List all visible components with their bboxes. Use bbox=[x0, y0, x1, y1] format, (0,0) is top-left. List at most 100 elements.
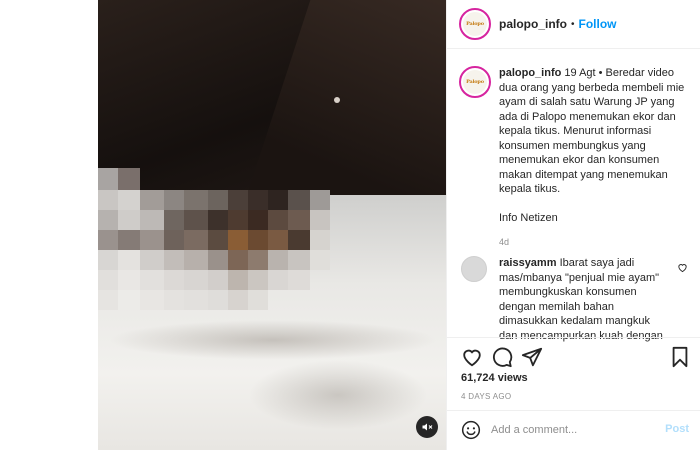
post-comment-button[interactable]: Post bbox=[665, 423, 689, 435]
caption-age[interactable]: 4d bbox=[499, 235, 689, 250]
add-comment-input[interactable] bbox=[491, 424, 651, 436]
pixel-block bbox=[184, 210, 208, 230]
heart-icon[interactable] bbox=[461, 346, 483, 368]
comment-like-icon[interactable] bbox=[677, 262, 688, 273]
video-light-spot bbox=[334, 97, 340, 103]
pixel-block bbox=[118, 290, 140, 310]
avatar-logo: Palopo bbox=[463, 12, 487, 36]
avatar-logo-text: Palopo bbox=[466, 79, 484, 85]
left-margin bbox=[0, 0, 98, 450]
post-header: Palopo palopo_info • Follow bbox=[447, 0, 700, 49]
pixel-block bbox=[268, 190, 288, 210]
pixel-block bbox=[208, 210, 228, 230]
caption-username[interactable]: palopo_info bbox=[499, 67, 561, 79]
pixel-block bbox=[140, 250, 164, 270]
comment-item: raissyamm Ibarat saya jadi mas/mbanya "p… bbox=[461, 256, 689, 343]
pixel-block bbox=[208, 230, 228, 250]
divider bbox=[447, 337, 700, 338]
comment-icon[interactable] bbox=[491, 346, 513, 368]
follow-button[interactable]: Follow bbox=[579, 17, 617, 31]
pixel-block bbox=[248, 290, 268, 310]
video-stain bbox=[108, 320, 438, 360]
pixel-block bbox=[164, 270, 184, 290]
post-side-panel: Palopo palopo_info • Follow Palopo palop… bbox=[446, 0, 700, 450]
pixel-block bbox=[228, 290, 248, 310]
pixel-block bbox=[248, 190, 268, 210]
pixel-block bbox=[118, 210, 140, 230]
pixel-block bbox=[184, 190, 208, 210]
pixel-block bbox=[98, 290, 118, 310]
pixel-block bbox=[208, 270, 228, 290]
pixel-block bbox=[310, 210, 330, 230]
caption-source: Info Netizen bbox=[499, 211, 558, 224]
pixel-block bbox=[184, 250, 208, 270]
instagram-post-view: Palopo palopo_info • Follow Palopo palop… bbox=[0, 0, 700, 450]
post-video[interactable] bbox=[98, 0, 446, 450]
pixel-block bbox=[118, 190, 140, 210]
avatar-logo: Palopo bbox=[463, 70, 487, 94]
add-comment-row: Post bbox=[461, 418, 689, 442]
pixel-block bbox=[228, 230, 248, 250]
pixel-block bbox=[184, 290, 208, 310]
paper-plane-icon[interactable] bbox=[521, 346, 543, 368]
pixel-block bbox=[140, 230, 164, 250]
comment-text: Ibarat saya jadi mas/mbanya "penjual mie… bbox=[499, 257, 663, 342]
pixel-block bbox=[184, 270, 208, 290]
commenter-avatar[interactable] bbox=[461, 256, 487, 282]
pixel-block bbox=[248, 270, 268, 290]
pixel-block bbox=[140, 190, 164, 210]
pixel-block bbox=[228, 270, 248, 290]
pixel-block bbox=[208, 190, 228, 210]
comment-username[interactable]: raissyamm bbox=[499, 257, 557, 269]
separator-dot: • bbox=[571, 18, 575, 30]
caption-text: 19 Agt • Beredar video dua orang yang be… bbox=[499, 67, 685, 195]
pixel-block bbox=[98, 270, 118, 290]
pixel-block bbox=[140, 270, 164, 290]
pixel-block bbox=[164, 210, 184, 230]
pixel-block bbox=[118, 250, 140, 270]
speaker-muted-icon bbox=[422, 423, 433, 431]
view-count[interactable]: 61,724 views bbox=[461, 372, 528, 384]
pixel-block bbox=[228, 210, 248, 230]
pixel-block bbox=[288, 230, 310, 250]
pixel-block bbox=[98, 190, 118, 210]
pixel-block bbox=[164, 230, 184, 250]
pixel-block bbox=[310, 250, 330, 270]
pixel-block bbox=[98, 250, 118, 270]
pixel-block bbox=[208, 290, 228, 310]
caption-body: palopo_info 19 Agt • Beredar video dua o… bbox=[499, 66, 689, 250]
pixel-block bbox=[140, 290, 164, 310]
pixel-block bbox=[248, 210, 268, 230]
mute-button[interactable] bbox=[416, 416, 438, 438]
video-stain bbox=[248, 360, 428, 430]
pixel-block bbox=[118, 270, 140, 290]
pixel-block bbox=[208, 250, 228, 270]
avatar-logo-text: Palopo bbox=[466, 21, 484, 27]
pixel-block bbox=[228, 250, 248, 270]
pixel-block bbox=[310, 190, 330, 210]
pixel-block bbox=[140, 210, 164, 230]
pixel-block bbox=[164, 250, 184, 270]
pixel-block bbox=[288, 190, 310, 210]
pixel-block bbox=[268, 230, 288, 250]
pixel-block bbox=[118, 168, 140, 190]
action-bar bbox=[461, 346, 691, 368]
pixel-block bbox=[268, 270, 288, 290]
divider bbox=[447, 410, 700, 411]
post-timestamp[interactable]: 4 DAYS AGO bbox=[461, 392, 511, 401]
comment-body: raissyamm Ibarat saya jadi mas/mbanya "p… bbox=[499, 256, 667, 343]
pixel-block bbox=[288, 250, 310, 270]
pixel-block bbox=[98, 230, 118, 250]
post-caption: Palopo palopo_info 19 Agt • Beredar vide… bbox=[459, 66, 691, 250]
pixel-block bbox=[98, 168, 118, 190]
bookmark-icon[interactable] bbox=[669, 346, 691, 368]
avatar[interactable]: Palopo bbox=[459, 66, 491, 98]
pixel-block bbox=[98, 210, 118, 230]
pixel-block bbox=[184, 230, 208, 250]
avatar[interactable]: Palopo bbox=[459, 8, 491, 40]
pixel-block bbox=[288, 210, 310, 230]
pixel-block bbox=[310, 230, 330, 250]
username-link[interactable]: palopo_info bbox=[499, 17, 567, 31]
smiley-icon[interactable] bbox=[461, 420, 481, 440]
pixel-block bbox=[248, 250, 268, 270]
